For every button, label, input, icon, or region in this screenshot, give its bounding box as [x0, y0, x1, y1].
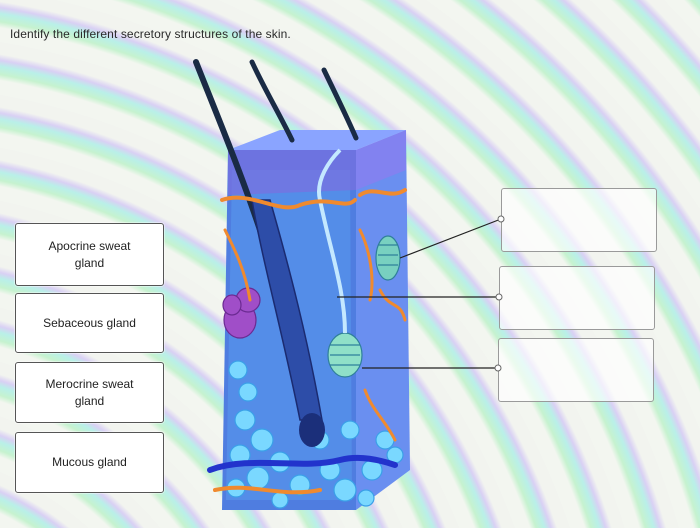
hair-bulb: [299, 413, 325, 447]
leader-line-endpoints: [494, 215, 505, 372]
apocrine-gland-coil: [375, 235, 401, 281]
skin-diagram: [193, 59, 505, 510]
merocrine-gland-coil: [327, 332, 363, 378]
